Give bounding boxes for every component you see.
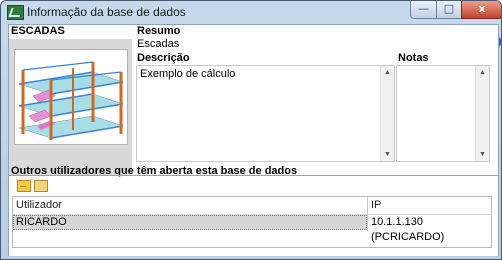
table-cell-user[interactable]: RICARDO <box>13 215 366 230</box>
database-info-window: Informação da base de dados — □ x ? ESCA… <box>0 0 502 260</box>
close-button[interactable]: x <box>461 1 501 19</box>
users-table: Utilizador IP RICARDO 10.1.1.130 (PCRICA… <box>12 196 492 248</box>
scroll-up-icon[interactable]: ▲ <box>381 66 394 79</box>
contact-icon[interactable] <box>34 180 48 192</box>
notes-label: Notas <box>398 52 429 64</box>
window-title: Informação da base de dados <box>27 5 186 19</box>
scroll-down-icon[interactable]: ▼ <box>381 148 394 161</box>
database-app-icon <box>7 5 24 20</box>
structure-preview-image <box>14 49 128 145</box>
description-scrollbar[interactable]: ▲ ▼ <box>380 66 394 161</box>
summary-value: Escadas <box>137 38 180 50</box>
summary-label: Resumo <box>137 25 181 37</box>
description-text: Exemplo de cálculo <box>140 68 236 80</box>
scroll-up-icon[interactable]: ▲ <box>476 66 489 79</box>
notes-field[interactable]: ▲ ▼ <box>396 65 490 162</box>
window-bottom-border <box>1 256 501 259</box>
minimize-button[interactable]: — <box>410 1 437 19</box>
scroll-down-icon[interactable]: ▼ <box>476 148 489 161</box>
column-header-ip[interactable]: IP <box>368 197 491 215</box>
maximize-button[interactable]: □ <box>436 1 462 19</box>
dialog-content: ESCADAS Resumo Escadas Descrição Notas E… <box>8 24 499 258</box>
table-cell-ip[interactable]: 10.1.1.130 (PCRICARDO) <box>368 215 491 243</box>
column-header-user[interactable]: Utilizador <box>13 197 367 215</box>
preview-panel <box>9 39 132 176</box>
description-label: Descrição <box>137 52 190 64</box>
message-icon[interactable] <box>17 180 31 192</box>
description-field[interactable]: Exemplo de cálculo ▲ ▼ <box>136 65 395 162</box>
notes-scrollbar[interactable]: ▲ ▼ <box>475 66 489 161</box>
database-name: ESCADAS <box>11 25 65 37</box>
title-bar[interactable]: Informação da base de dados — □ x <box>1 1 501 23</box>
section-divider <box>9 175 498 176</box>
